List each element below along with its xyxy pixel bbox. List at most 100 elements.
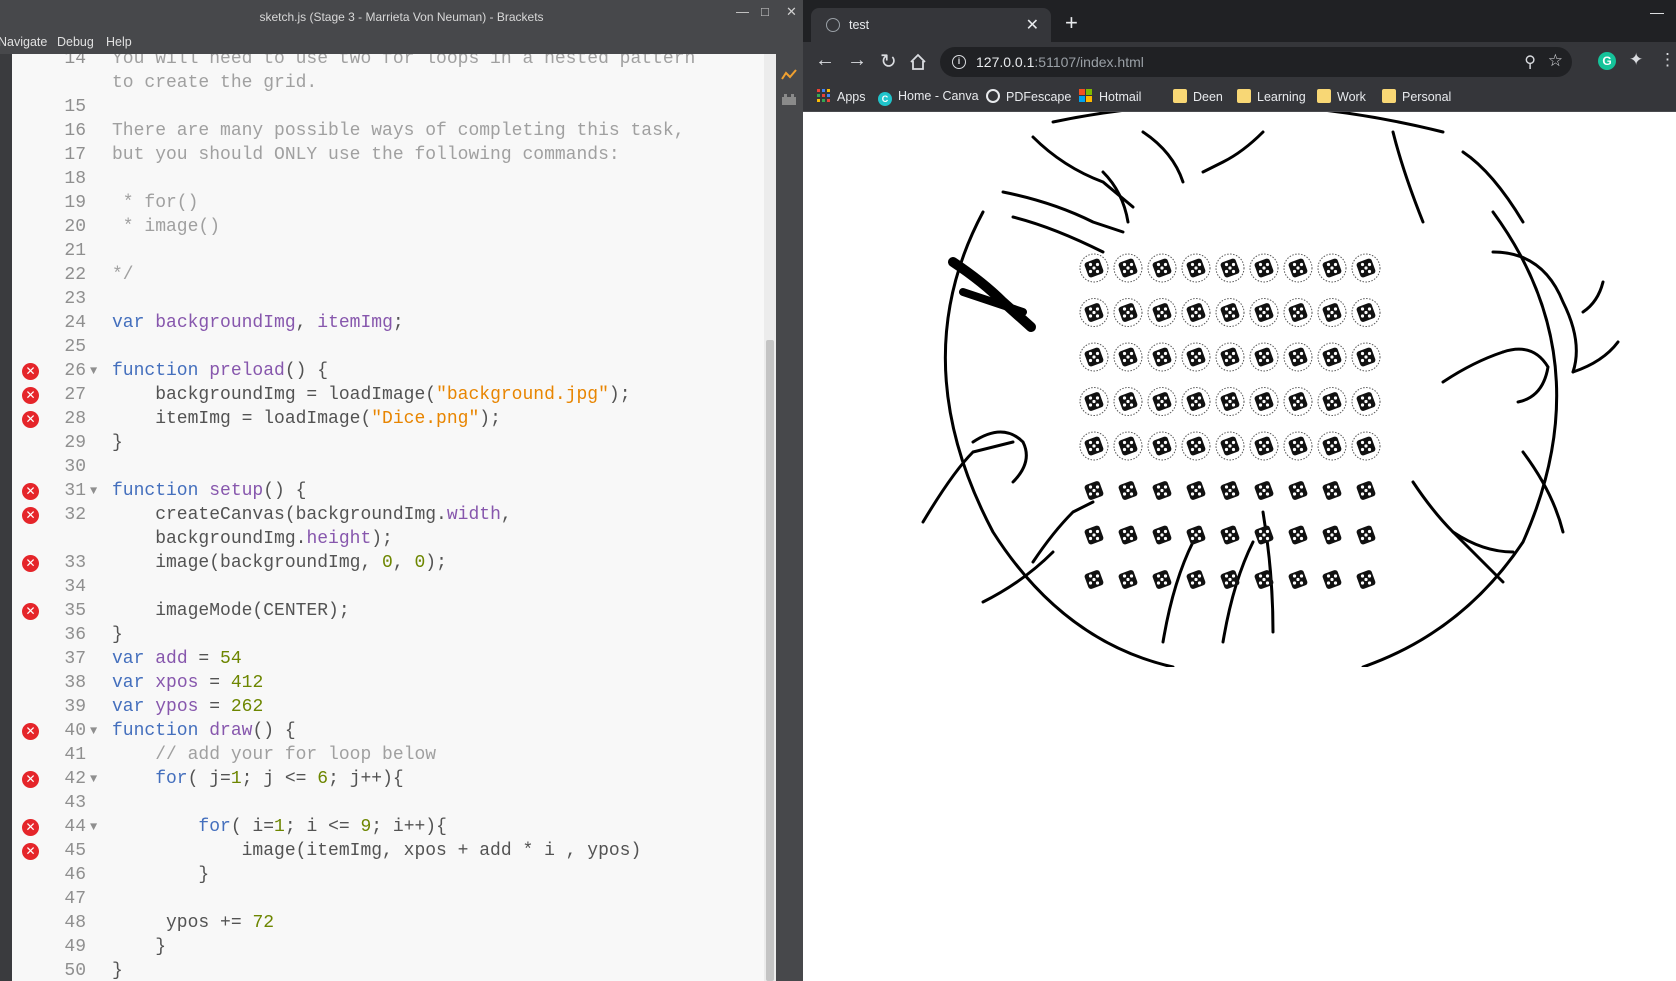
grammarly-icon[interactable]: G <box>1598 52 1616 70</box>
code-line[interactable]: ✕ 27 backgroundImg = loadImage("backgroun… <box>12 383 764 407</box>
menu-navigate[interactable]: Navigate <box>0 35 47 49</box>
extension-manager-icon[interactable] <box>781 92 797 106</box>
bookmark-learning[interactable]: Learning <box>1237 89 1306 104</box>
bookmark-home-canva[interactable]: C Home - Canva <box>878 89 979 106</box>
code-line[interactable]: ✕ 42 ▼ for( j=1; j <= 6; j++){ <box>12 767 764 791</box>
code-line[interactable]: 21 <box>12 239 764 263</box>
editor-menu-bar: Navigate Debug Help <box>0 32 803 54</box>
bookmark-personal[interactable]: Personal <box>1382 89 1451 104</box>
error-icon[interactable]: ✕ <box>22 819 39 836</box>
live-preview-icon[interactable] <box>781 68 797 82</box>
code-line[interactable]: ✕ 28 itemImg = loadImage("Dice.png"); <box>12 407 764 431</box>
code-line[interactable]: 17 but you should ONLY use the following … <box>12 143 764 167</box>
line-number: 46 <box>64 865 86 885</box>
code-line[interactable]: 19 * for() <box>12 191 764 215</box>
error-icon[interactable]: ✕ <box>22 843 39 860</box>
code-line[interactable]: 23 <box>12 287 764 311</box>
menu-debug[interactable]: Debug <box>57 35 94 49</box>
close-icon[interactable]: ✕ <box>786 4 797 20</box>
code-line[interactable]: ✕ 26 ▼ function preload() { <box>12 359 764 383</box>
bookmark-star-icon[interactable]: ☆ <box>1548 51 1563 71</box>
code-line[interactable]: 47 <box>12 887 764 911</box>
dice-image <box>1079 431 1109 461</box>
code-line[interactable]: 25 <box>12 335 764 359</box>
editor-scrollbar-thumb[interactable] <box>766 340 774 981</box>
bookmark-apps[interactable]: Apps <box>817 89 866 104</box>
code-line[interactable]: 48 ypos += 72 <box>12 911 764 935</box>
url-text[interactable]: 127.0.0.1:51107/index.html <box>976 54 1144 70</box>
dice-image <box>1186 481 1206 500</box>
error-icon[interactable]: ✕ <box>22 411 39 428</box>
error-icon[interactable]: ✕ <box>22 603 39 620</box>
new-tab-icon[interactable]: + <box>1065 10 1078 36</box>
code-line[interactable]: ✕ 45 image(itemImg, xpos + add * i , ypos… <box>12 839 764 863</box>
error-icon[interactable]: ✕ <box>22 723 39 740</box>
minimize-icon[interactable]: — <box>736 4 749 19</box>
fold-arrow-icon[interactable]: ▼ <box>90 767 97 791</box>
code-line[interactable]: ✕ 40 ▼ function draw() { <box>12 719 764 743</box>
bookmark-work[interactable]: Work <box>1317 89 1366 104</box>
code-line[interactable]: 29} <box>12 431 764 455</box>
code-line[interactable]: 46 } <box>12 863 764 887</box>
p5-canvas[interactable] <box>803 102 1676 669</box>
error-icon[interactable]: ✕ <box>22 555 39 572</box>
error-icon[interactable]: ✕ <box>22 363 39 380</box>
bookmark-deen[interactable]: Deen <box>1173 89 1223 104</box>
code-line[interactable]: 24 var backgroundImg, itemImg; <box>12 311 764 335</box>
code-line[interactable]: 39 var ypos = 262 <box>12 695 764 719</box>
code-line[interactable]: 15 <box>12 95 764 119</box>
code-line[interactable]: 38 var xpos = 412 <box>12 671 764 695</box>
back-icon[interactable]: ← <box>815 49 835 72</box>
code-line[interactable]: 34 <box>12 575 764 599</box>
code-line[interactable]: 36} <box>12 623 764 647</box>
maximize-icon[interactable]: □ <box>761 4 769 19</box>
code-line[interactable]: 16 There are many possible ways of comple… <box>12 119 764 143</box>
code-line[interactable]: 49 } <box>12 935 764 959</box>
error-icon[interactable]: ✕ <box>22 771 39 788</box>
fold-arrow-icon[interactable]: ▼ <box>90 479 97 503</box>
code-line[interactable]: 37 var add = 54 <box>12 647 764 671</box>
address-bar[interactable]: i 127.0.0.1:51107/index.html ⚲ ☆ <box>940 47 1572 77</box>
line-number: 35 <box>64 601 86 621</box>
code-line[interactable]: ✕ 31 ▼ function setup() { <box>12 479 764 503</box>
error-icon[interactable]: ✕ <box>22 483 39 500</box>
bookmark-pdfescape[interactable]: PDFescape <box>986 89 1071 104</box>
fold-arrow-icon[interactable]: ▼ <box>90 719 97 743</box>
bookmark-hotmail[interactable]: Hotmail <box>1079 89 1141 104</box>
line-code-text: image(backgroundImg, 0, 0); <box>112 553 447 573</box>
editor-scrollbar[interactable] <box>764 54 776 981</box>
browser-minimize-icon[interactable]: — <box>1650 4 1664 20</box>
home-icon[interactable] <box>909 53 927 71</box>
error-icon[interactable]: ✕ <box>22 387 39 404</box>
extensions-puzzle-icon[interactable]: ✦ <box>1629 50 1643 70</box>
tab-close-icon[interactable]: ✕ <box>1026 15 1039 35</box>
code-line[interactable]: to create the grid. <box>12 71 764 95</box>
code-line[interactable]: ✕ 33 image(backgroundImg, 0, 0); <box>12 551 764 575</box>
code-line[interactable]: 50} <box>12 959 764 981</box>
code-line[interactable]: backgroundImg.height); <box>12 527 764 551</box>
line-code-text: var backgroundImg, itemImg; <box>112 313 404 333</box>
fold-arrow-icon[interactable]: ▼ <box>90 359 97 383</box>
code-editor[interactable]: 14 You will need to use two for loops in … <box>12 54 764 981</box>
browser-tab[interactable]: test ✕ <box>811 8 1051 42</box>
code-line[interactable]: 30 <box>12 455 764 479</box>
menu-help[interactable]: Help <box>106 35 132 49</box>
code-line[interactable]: ✕ 35 imageMode(CENTER); <box>12 599 764 623</box>
zoom-icon[interactable]: ⚲ <box>1524 52 1536 72</box>
error-icon[interactable]: ✕ <box>22 507 39 524</box>
code-line[interactable]: ✕ 32 createCanvas(backgroundImg.width, <box>12 503 764 527</box>
code-line[interactable]: 41 // add your for loop below <box>12 743 764 767</box>
dice-image <box>1118 525 1138 545</box>
code-line[interactable]: 43 <box>12 791 764 815</box>
forward-icon[interactable]: → <box>847 49 867 72</box>
code-line[interactable]: 14 You will need to use two for loops in … <box>12 54 764 71</box>
site-info-icon[interactable]: i <box>952 55 966 69</box>
reload-icon[interactable]: ↻ <box>880 49 897 74</box>
browser-menu-icon[interactable]: ⋮ <box>1659 50 1676 70</box>
code-line[interactable]: 18 <box>12 167 764 191</box>
code-line[interactable]: ✕ 44 ▼ for( i=1; i <= 9; i++){ <box>12 815 764 839</box>
fold-arrow-icon[interactable]: ▼ <box>90 815 97 839</box>
code-line[interactable]: 22 */ <box>12 263 764 287</box>
code-line[interactable]: 20 * image() <box>12 215 764 239</box>
line-code-text: but you should ONLY use the following co… <box>112 145 620 165</box>
